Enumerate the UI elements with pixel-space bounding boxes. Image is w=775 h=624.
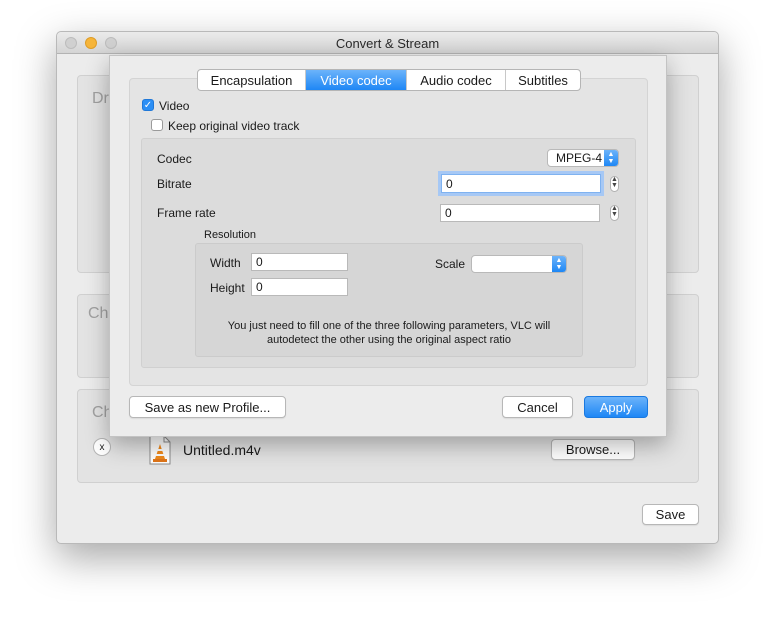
codec-select-value: MPEG-4 xyxy=(556,151,603,165)
keep-original-label: Keep original video track xyxy=(168,119,300,133)
frame-rate-input[interactable]: 0 xyxy=(440,204,600,222)
tab-video-codec[interactable]: Video codec xyxy=(306,70,407,90)
codec-select[interactable]: MPEG-4 ▲ ▼ xyxy=(547,149,619,167)
profile-edit-sheet: Encapsulation Video codec Audio codec Su… xyxy=(109,55,667,437)
apply-button[interactable]: Apply xyxy=(584,396,648,418)
vlc-file-icon xyxy=(148,435,172,465)
titlebar: Convert & Stream xyxy=(57,32,718,54)
chevron-updown-icon: ▲ ▼ xyxy=(604,150,618,166)
remove-file-button[interactable]: x xyxy=(93,438,111,456)
panel-label: Dr xyxy=(92,90,109,107)
video-checkbox-label: Video xyxy=(159,99,190,113)
tab-encapsulation[interactable]: Encapsulation xyxy=(198,70,306,90)
keep-original-checkbox[interactable] xyxy=(151,119,163,131)
output-filename: Untitled.m4v xyxy=(183,442,261,458)
frame-rate-stepper[interactable]: ▲ ▼ xyxy=(610,205,619,221)
width-label: Width xyxy=(210,256,241,270)
video-checkbox[interactable]: ✓ xyxy=(142,99,154,111)
bitrate-stepper[interactable]: ▲ ▼ xyxy=(610,176,619,192)
browse-button[interactable]: Browse... xyxy=(551,439,635,460)
width-input[interactable]: 0 xyxy=(251,253,348,271)
scale-label: Scale xyxy=(435,257,466,271)
tab-bar: Encapsulation Video codec Audio codec Su… xyxy=(197,69,581,91)
frame-rate-label: Frame rate xyxy=(157,206,216,220)
height-input[interactable]: 0 xyxy=(251,278,348,296)
tab-audio-codec[interactable]: Audio codec xyxy=(407,70,506,90)
chevron-updown-icon: ▲ ▼ xyxy=(552,256,566,272)
tab-subtitles[interactable]: Subtitles xyxy=(506,70,580,90)
height-label: Height xyxy=(210,281,245,295)
resolution-hint: You just need to fill one of the three f… xyxy=(227,320,551,346)
codec-label: Codec xyxy=(157,152,192,166)
save-as-new-profile-button[interactable]: Save as new Profile... xyxy=(129,396,286,418)
window-title: Convert & Stream xyxy=(335,36,440,51)
scale-select[interactable]: ▲ ▼ xyxy=(471,255,567,273)
bitrate-label: Bitrate xyxy=(157,177,192,191)
panel-label: Ch xyxy=(88,305,109,322)
bitrate-input[interactable]: 0 xyxy=(441,174,601,193)
save-button[interactable]: Save xyxy=(642,504,699,525)
resolution-title: Resolution xyxy=(204,229,256,241)
cancel-button[interactable]: Cancel xyxy=(502,396,573,418)
